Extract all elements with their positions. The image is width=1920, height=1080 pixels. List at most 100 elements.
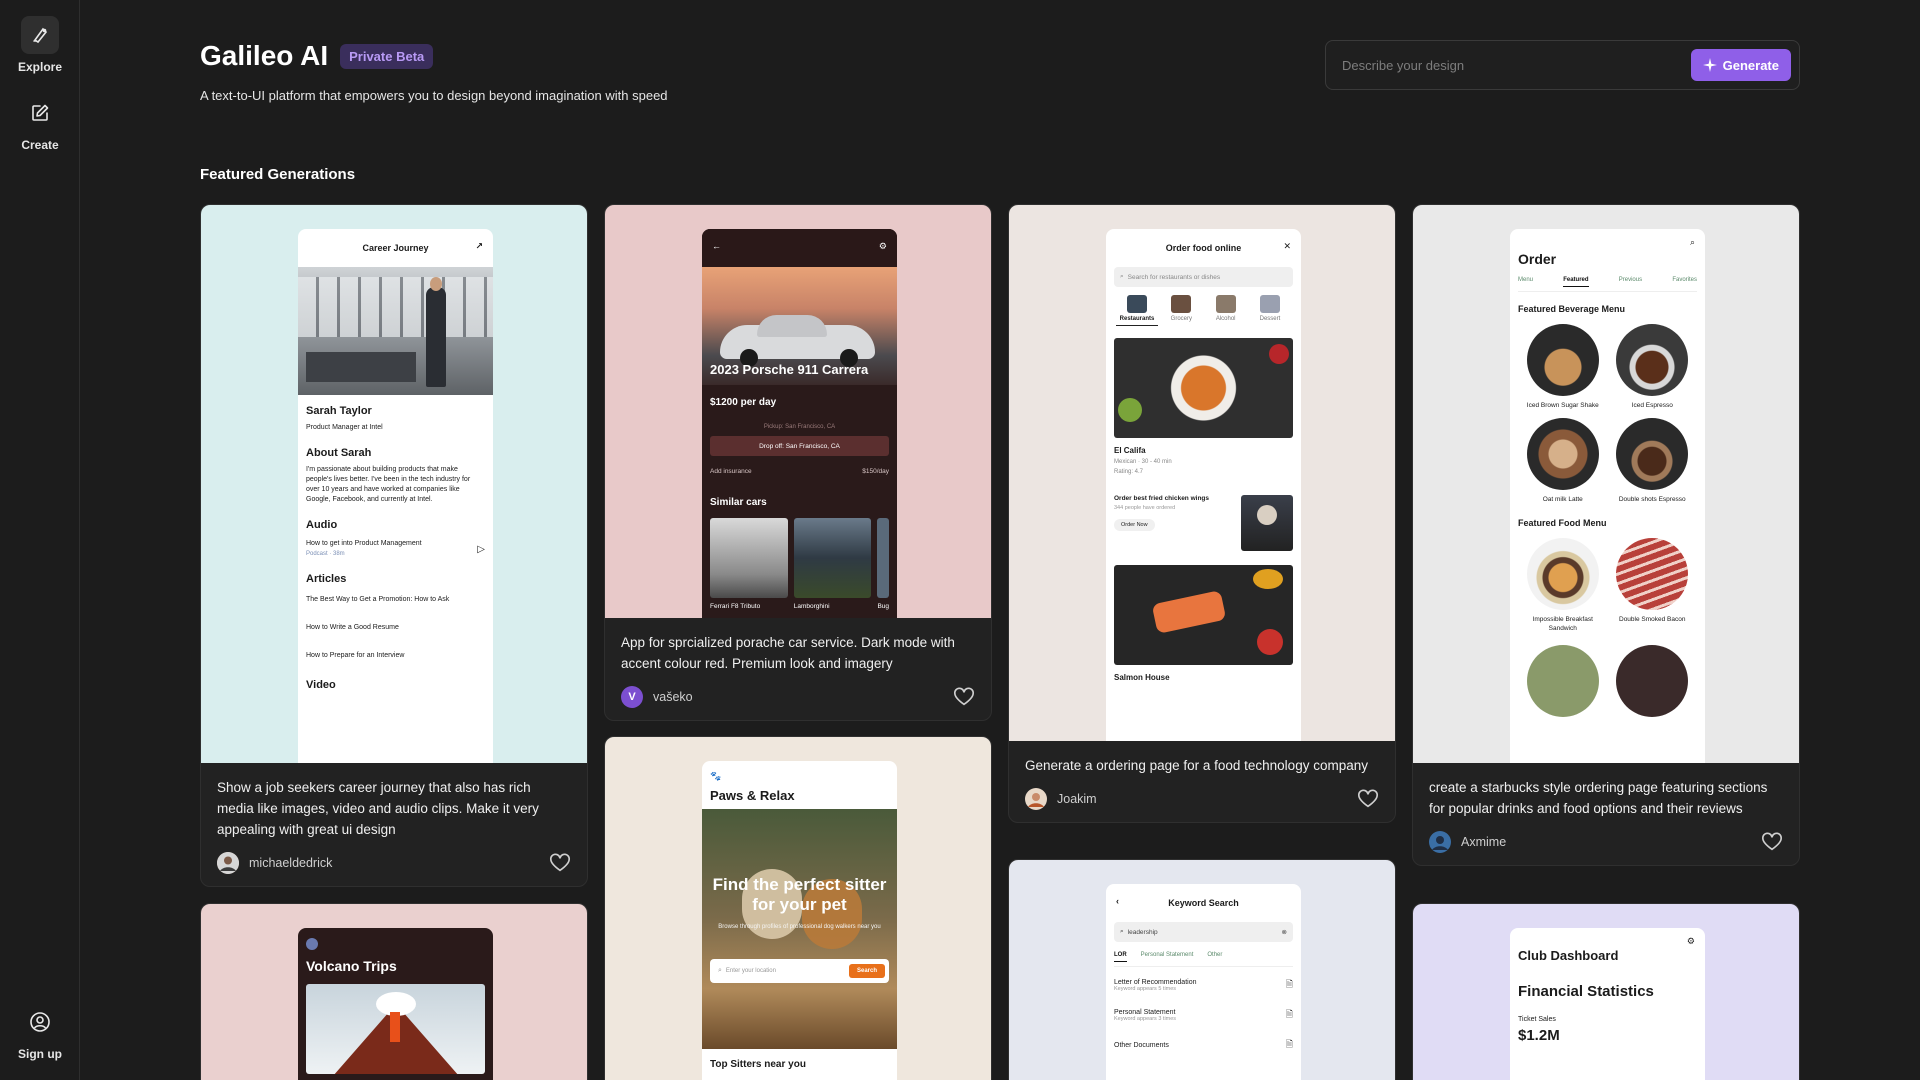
- heart-icon[interactable]: [1357, 788, 1379, 810]
- menu-item: Iced Brown Sugar Shake: [1518, 324, 1608, 410]
- audio-item-title: How to get into Product Management: [306, 540, 422, 547]
- similar-car-name: Ferrari F8 Tributo: [710, 603, 761, 610]
- share-icon: ↗: [475, 241, 483, 251]
- menu-item-name: Impossible Breakfast Sandwich: [1532, 616, 1593, 632]
- menu-item-name: Iced Brown Sugar Shake: [1526, 402, 1599, 409]
- generation-card[interactable]: ← ⚙ 2023 Porsche 911 Carrera $1200 per d…: [604, 204, 992, 721]
- generation-card[interactable]: ‹ Keyword Search ⌕ leadership ⊗ LOR Pers…: [1008, 859, 1396, 1080]
- phone-mockup: 🐾 Paws & Relax Find the perfect sitter f…: [702, 761, 897, 1080]
- title-row: Galileo AI Private Beta: [200, 40, 434, 72]
- card-preview[interactable]: ⚙ Club Dashboard Financial Statistics Ti…: [1413, 904, 1799, 1080]
- top-sitters-title: Top Sitters near you: [710, 1059, 806, 1070]
- article-item: How to Write a Good Resume: [306, 624, 399, 631]
- prompt-box: Generate: [1325, 40, 1800, 90]
- preview-header: Order food online ✕: [1106, 229, 1301, 267]
- generation-card[interactable]: Volcano Trips: [200, 903, 588, 1080]
- card-meta: Axmime: [1429, 831, 1783, 853]
- author-name[interactable]: michaeldedrick: [249, 856, 549, 870]
- settings-icon: ⚙: [878, 241, 887, 251]
- insurance-price: $150/day: [862, 468, 889, 475]
- card-preview[interactable]: 🐾 Paws & Relax Find the perfect sitter f…: [605, 737, 991, 1080]
- food-photo: [1114, 565, 1293, 665]
- generation-card[interactable]: ⌕ Order Menu Featured Previous Favorites…: [1412, 204, 1800, 866]
- menu-item-name: Double shots Espresso: [1618, 496, 1686, 503]
- design-prompt-input[interactable]: [1342, 57, 1691, 73]
- compass-pen-icon: [21, 16, 59, 54]
- food-photo: [1114, 338, 1293, 438]
- avatar[interactable]: [217, 852, 239, 874]
- phone-mockup: Order food online ✕ ⌕ Search for restaur…: [1106, 229, 1301, 741]
- card-description: create a starbucks style ordering page f…: [1429, 780, 1768, 816]
- food-search-placeholder: Search for restaurants or dishes: [1127, 273, 1221, 281]
- audio-title: Audio: [306, 519, 338, 531]
- order-tabs: Menu Featured Previous Favorites: [1518, 277, 1697, 292]
- hero-title: Find the perfect sitter for your pet: [712, 875, 887, 914]
- preview-header-title: Order food online: [1165, 243, 1242, 253]
- sidebar-item-create[interactable]: Create: [0, 94, 80, 152]
- generation-card[interactable]: ⚙ Club Dashboard Financial Statistics Ti…: [1412, 903, 1800, 1080]
- dropoff-button: Drop off: San Francisco, CA: [710, 436, 889, 456]
- menu-item: Impossible Breakfast Sandwich: [1518, 538, 1608, 633]
- order-tab: Menu: [1518, 277, 1534, 283]
- card-meta: michaeldedrick: [217, 852, 571, 874]
- card-description: Show a job seekers career journey that a…: [217, 780, 539, 837]
- document-title: Personal Statement: [1114, 1008, 1176, 1016]
- card-preview[interactable]: ⌕ Order Menu Featured Previous Favorites…: [1413, 205, 1799, 763]
- beta-badge: Private Beta: [340, 43, 434, 69]
- avatar[interactable]: V: [621, 686, 643, 708]
- document-row: Personal Statement Keyword appears 3 tim…: [1114, 1007, 1293, 1023]
- similar-title: Similar cars: [710, 497, 767, 508]
- edit-icon: [21, 94, 59, 132]
- category-tab: Restaurants: [1116, 295, 1158, 326]
- articles-title: Articles: [306, 573, 347, 585]
- generation-card[interactable]: Order food online ✕ ⌕ Search for restaur…: [1008, 204, 1396, 823]
- search-button: Search: [848, 964, 885, 978]
- card-body: Show a job seekers career journey that a…: [201, 763, 587, 886]
- keyword-tab: Personal Statement: [1140, 952, 1194, 958]
- card-preview[interactable]: ← ⚙ 2023 Porsche 911 Carrera $1200 per d…: [605, 205, 991, 618]
- card-meta: Joakim: [1025, 788, 1379, 810]
- sidebar-item-explore[interactable]: Explore: [0, 16, 80, 74]
- document-icon: 🗎: [1285, 1009, 1293, 1019]
- generation-card[interactable]: Career Journey ↗ Sarah Taylor Product Ma…: [200, 204, 588, 887]
- card-meta: V vašeko: [621, 686, 975, 708]
- location-search: ⌕ Enter your location Search: [710, 959, 889, 983]
- food-grid: Impossible Breakfast Sandwich Double Smo…: [1518, 538, 1697, 717]
- promo-block: Order best fried chicken wings 344 peopl…: [1114, 495, 1293, 551]
- preview-header: ‹ Keyword Search: [1106, 884, 1301, 922]
- phone-mockup: ⚙ Club Dashboard Financial Statistics Ti…: [1510, 928, 1705, 1080]
- author-name[interactable]: vašeko: [653, 690, 953, 704]
- restaurant-name: El Califa: [1114, 446, 1146, 455]
- promo-title: Order best fried chicken wings: [1114, 495, 1209, 502]
- menu-item: Oat milk Latte: [1518, 418, 1608, 504]
- restaurant-name: Salmon House: [1114, 673, 1170, 682]
- author-name[interactable]: Joakim: [1057, 792, 1357, 806]
- heart-icon[interactable]: [549, 852, 571, 874]
- similar-car-name: Bug: [877, 603, 889, 610]
- author-name[interactable]: Axmime: [1461, 835, 1761, 849]
- card-preview[interactable]: Order food online ✕ ⌕ Search for restaur…: [1009, 205, 1395, 741]
- menu-item: Double shots Espresso: [1608, 418, 1698, 504]
- heart-icon[interactable]: [953, 686, 975, 708]
- category-tab: Grocery: [1160, 295, 1202, 326]
- dashboard-title: Club Dashboard: [1518, 948, 1619, 963]
- generation-card[interactable]: 🐾 Paws & Relax Find the perfect sitter f…: [604, 736, 992, 1080]
- sidebar-explore-label: Explore: [17, 60, 62, 74]
- heart-icon[interactable]: [1761, 831, 1783, 853]
- phone-mockup: Career Journey ↗ Sarah Taylor Product Ma…: [298, 229, 493, 763]
- hero-subtitle: Browse through profiles of professional …: [718, 924, 881, 930]
- audio-item-sub: Podcast · 38m: [306, 551, 345, 557]
- sidebar-item-signup[interactable]: Sign up: [0, 1003, 80, 1061]
- category-label: Alcohol: [1215, 316, 1236, 322]
- card-description: Generate a ordering page for a food tech…: [1025, 758, 1368, 773]
- document-icon: 🗎: [1285, 1039, 1293, 1049]
- phone-mockup: ← ⚙ 2023 Porsche 911 Carrera $1200 per d…: [702, 229, 897, 618]
- card-preview[interactable]: ‹ Keyword Search ⌕ leadership ⊗ LOR Pers…: [1009, 860, 1395, 1080]
- category-tab: Alcohol: [1205, 295, 1247, 326]
- generate-label: Generate: [1722, 57, 1779, 73]
- avatar[interactable]: [1025, 788, 1047, 810]
- card-preview[interactable]: Career Journey ↗ Sarah Taylor Product Ma…: [201, 205, 587, 763]
- generate-button[interactable]: Generate: [1690, 49, 1791, 81]
- card-preview[interactable]: Volcano Trips: [201, 904, 587, 1080]
- avatar[interactable]: [1429, 831, 1451, 853]
